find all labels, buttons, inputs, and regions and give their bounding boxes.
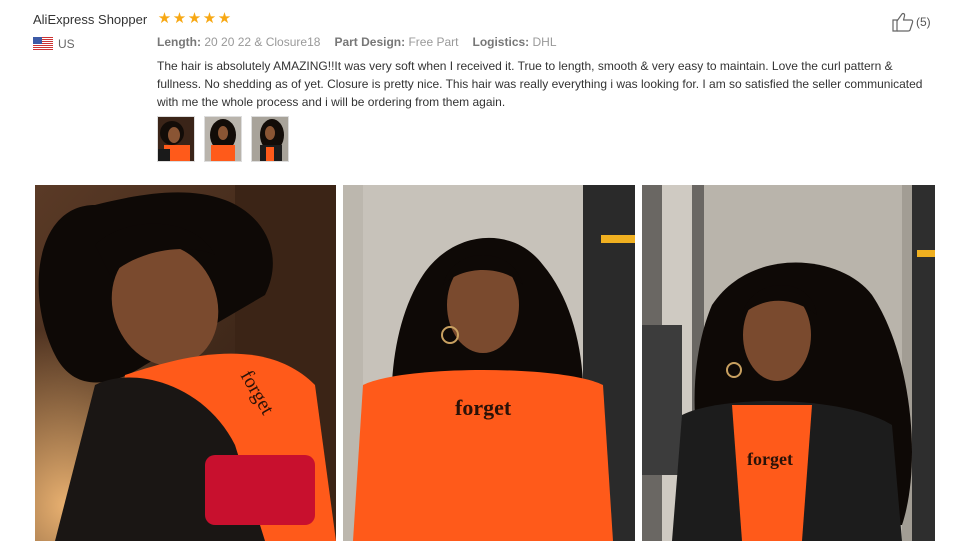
star-icon: ★	[187, 10, 202, 27]
star-icon: ★	[157, 10, 172, 27]
shirt-print: forget	[747, 449, 793, 469]
order-details: Length: 20 20 22 & Closure18 Part Design…	[157, 35, 557, 49]
meta-part-design: Part Design: Free Part	[334, 35, 459, 49]
thumbs-up-icon	[892, 12, 914, 32]
review-thumbnail[interactable]	[204, 116, 242, 162]
review-thumbnails	[157, 116, 289, 162]
us-flag-icon	[33, 37, 53, 50]
shirt-print: forget	[455, 395, 512, 420]
meta-length: Length: 20 20 22 & Closure18	[157, 35, 321, 49]
review-thumbnail[interactable]	[251, 116, 289, 162]
reviewer-name: AliExpress Shopper	[33, 12, 148, 27]
country-label: US	[58, 37, 75, 51]
helpful-count: (5)	[916, 15, 931, 29]
star-icon: ★	[172, 10, 187, 27]
star-icon: ★	[217, 10, 232, 27]
review-thumbnail[interactable]	[157, 116, 195, 162]
review-photo[interactable]: forget	[35, 185, 336, 541]
helpful-button[interactable]: (5)	[892, 12, 931, 32]
review-text: The hair is absolutely AMAZING!!It was v…	[157, 59, 923, 109]
rating-stars: ★ ★ ★ ★ ★	[157, 11, 232, 26]
review-photo[interactable]: forget	[343, 185, 635, 541]
meta-logistics: Logistics: DHL	[472, 35, 557, 49]
star-icon: ★	[202, 10, 217, 27]
review-photo[interactable]: forget	[642, 185, 935, 541]
